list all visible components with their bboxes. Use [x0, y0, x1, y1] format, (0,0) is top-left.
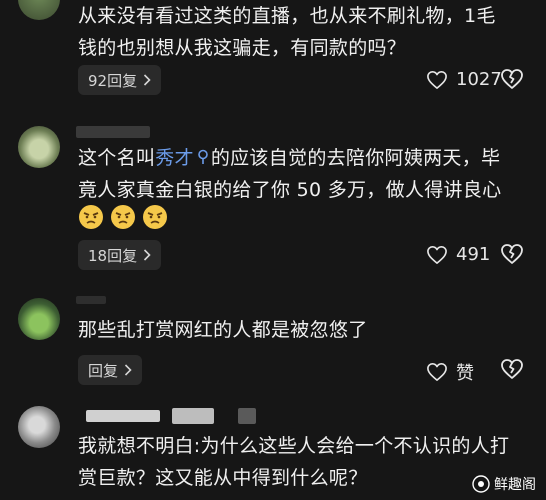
broken-heart-icon[interactable] — [500, 68, 524, 90]
broken-heart-icon[interactable] — [500, 243, 524, 265]
comment-text: 那些乱打赏网红的人都是被忽悠了 — [78, 314, 518, 346]
like-button[interactable]: 赞 — [426, 359, 474, 385]
angry-face-emoji — [79, 205, 103, 229]
watermark-logo-icon — [472, 475, 490, 493]
watermark-text: 鲜趣阁 — [494, 477, 536, 493]
avatar[interactable] — [18, 0, 60, 20]
comment-line: 钱的也别想从我这骗走，有同款的吗？ — [78, 37, 407, 59]
comment-line: 这个名叫秀才 的应该自觉的去陪你阿姨两天，毕 — [78, 142, 518, 174]
heart-outline-icon — [427, 245, 447, 264]
comment-line: 从来没有看过这类的直播，也从来不刷礼物，1毛 — [78, 5, 496, 27]
view-replies-button[interactable]: 92回复 — [78, 65, 162, 95]
comment-text-part: 这个名叫 — [78, 147, 156, 169]
comment-line: 那些乱打赏网红的人都是被忽悠了 — [78, 319, 368, 341]
replies-count: 92回复 — [88, 71, 138, 90]
emoji-row — [78, 204, 168, 230]
view-replies-button[interactable]: 18回复 — [78, 240, 162, 270]
like-label: 赞 — [456, 363, 474, 384]
avatar[interactable] — [18, 298, 60, 340]
chevron-right-icon — [124, 364, 132, 376]
avatar[interactable] — [18, 126, 60, 168]
comment-text-part: 的应该自觉的去陪你阿姨两天，毕 — [210, 147, 501, 169]
mention-link[interactable]: 秀才 — [155, 147, 211, 169]
angry-face-emoji — [111, 205, 135, 229]
username-redacted — [238, 408, 256, 424]
like-button[interactable]: 1027 — [426, 69, 502, 90]
chevron-right-icon — [144, 249, 151, 261]
comment-text: 从来没有看过这类的直播，也从来不刷礼物，1毛 钱的也别想从我这骗走，有同款的吗？ — [78, 0, 518, 64]
reply-label: 回复 — [88, 361, 119, 380]
angry-face-emoji — [143, 205, 167, 229]
mention-link-text: 秀才 — [155, 147, 194, 169]
chevron-right-icon — [144, 74, 151, 86]
comment-line: 竟人家真金白银的给了你 50 多万，做人得讲良心 — [78, 179, 502, 201]
username-redacted — [172, 408, 214, 424]
heart-outline-icon — [427, 363, 447, 381]
replies-count: 18回复 — [88, 246, 138, 265]
comment-line: 我就想不明白:为什么这些人会给一个不认识的人打 — [78, 435, 510, 457]
search-icon — [198, 149, 208, 164]
username-redacted — [76, 126, 150, 138]
broken-heart-icon[interactable] — [500, 358, 524, 380]
comment-text: 我就想不明白:为什么这些人会给一个不认识的人打 赏巨款？这又能从中得到什么呢？ — [78, 430, 518, 494]
comment-text: 这个名叫秀才 的应该自觉的去陪你阿姨两天，毕 竟人家真金白银的给了你 50 多万，… — [78, 142, 518, 206]
username-redacted — [76, 296, 106, 304]
like-count: 491 — [456, 244, 491, 265]
comment-line: 赏巨款？这又能从中得到什么呢？ — [78, 467, 368, 489]
reply-button[interactable]: 回复 — [78, 355, 143, 385]
watermark: 鲜趣阁 — [472, 474, 536, 494]
like-button[interactable]: 491 — [426, 244, 490, 265]
username-redacted — [86, 410, 160, 422]
like-count: 1027 — [456, 69, 502, 90]
avatar[interactable] — [18, 406, 60, 448]
heart-outline-icon — [427, 70, 447, 89]
